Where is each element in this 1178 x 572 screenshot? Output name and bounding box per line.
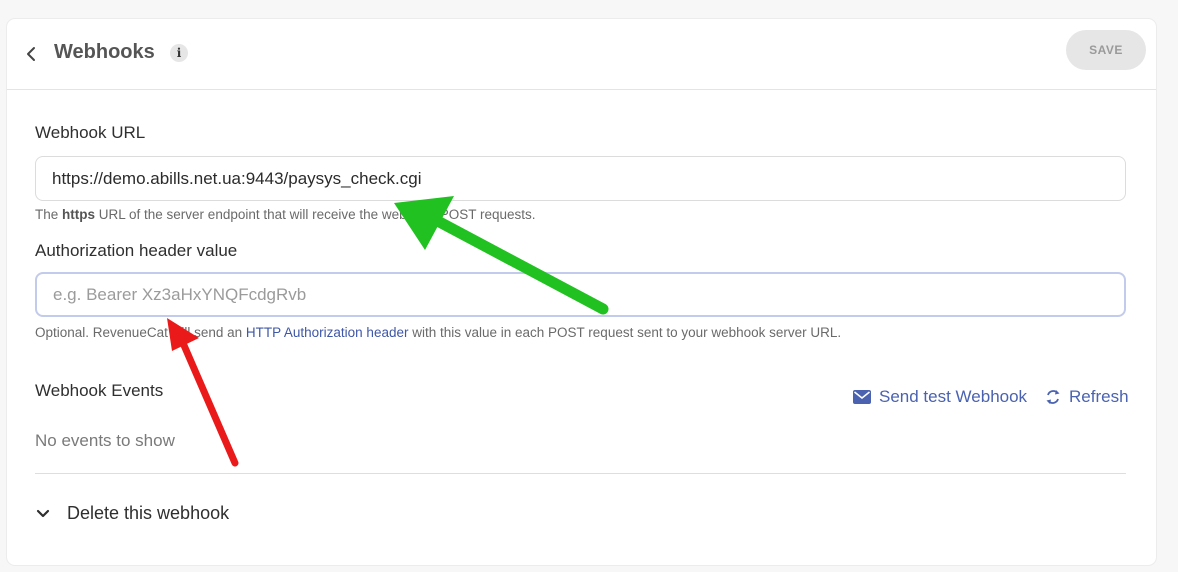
delete-webhook-toggle[interactable]: Delete this webhook (35, 503, 229, 524)
webhook-url-input[interactable] (35, 156, 1126, 201)
section-divider (35, 473, 1126, 474)
page-header: Webhooks i SAVE (7, 19, 1156, 90)
authorization-label: Authorization header value (35, 241, 238, 260)
back-button[interactable] (22, 43, 40, 65)
page-title: Webhooks (54, 41, 155, 63)
webhook-settings-card: Webhooks i SAVE Webhook URL The https UR… (7, 19, 1156, 565)
no-events-text: No events to show (35, 431, 175, 450)
save-button[interactable]: SAVE (1066, 30, 1146, 70)
chevron-down-icon (36, 509, 50, 517)
refresh-icon (1046, 390, 1060, 404)
envelope-icon (853, 390, 871, 404)
authorization-input[interactable] (35, 272, 1126, 317)
delete-webhook-label: Delete this webhook (67, 503, 230, 523)
webhook-events-label: Webhook Events (35, 381, 164, 400)
authorization-help: Optional. RevenueCat will send an HTTP A… (35, 325, 842, 340)
chevron-left-icon (27, 47, 35, 61)
info-icon[interactable]: i (170, 44, 188, 62)
send-test-webhook-button[interactable]: Send test Webhook (853, 387, 1027, 407)
http-authorization-header-link[interactable]: HTTP Authorization header (246, 325, 409, 340)
webhook-url-help: The https URL of the server endpoint tha… (35, 207, 536, 222)
refresh-label: Refresh (1069, 387, 1129, 406)
refresh-button[interactable]: Refresh (1045, 387, 1129, 407)
send-test-webhook-label: Send test Webhook (879, 387, 1028, 406)
webhook-url-label: Webhook URL (35, 123, 146, 142)
